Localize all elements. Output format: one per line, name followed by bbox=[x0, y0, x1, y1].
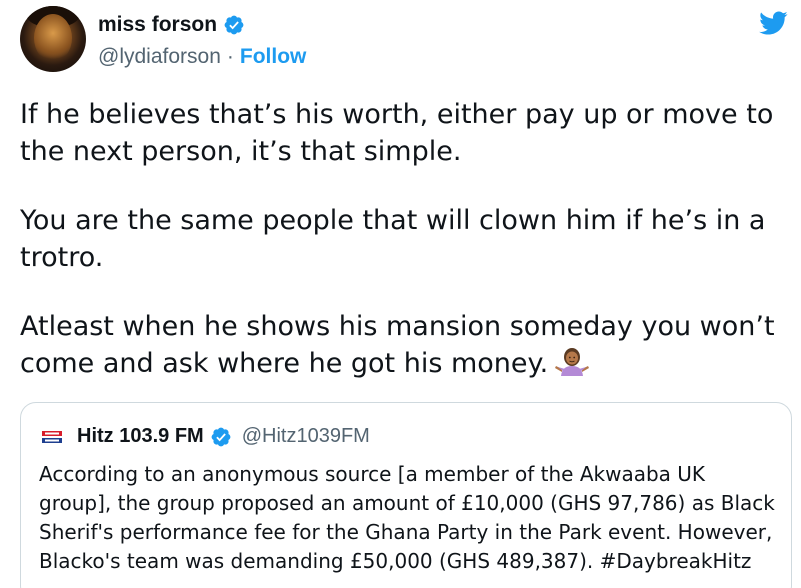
avatar[interactable] bbox=[20, 6, 86, 72]
quoted-tweet-header: Hitz 103.9 FM @Hitz1039FM bbox=[41, 425, 370, 448]
tweet-text: If he believes that’s his worth, either … bbox=[20, 96, 790, 382]
quoted-tweet-card[interactable]: Hitz 103.9 FM @Hitz1039FM According to a… bbox=[20, 402, 792, 588]
quoted-author-handle[interactable]: @Hitz1039FM bbox=[242, 425, 370, 448]
tweet-paragraph: You are the same people that will clown … bbox=[20, 205, 766, 273]
author-handle[interactable]: @lydiaforson bbox=[98, 45, 221, 69]
follow-button[interactable]: Follow bbox=[240, 45, 307, 69]
tweet-header: miss forson @lydiaforson · Follow bbox=[20, 6, 790, 78]
twitter-bird-icon[interactable] bbox=[756, 8, 790, 38]
avatar-face bbox=[34, 14, 72, 62]
tweet-paragraph: If he believes that’s his worth, either … bbox=[20, 99, 774, 167]
woman-shrugging-emoji bbox=[555, 348, 590, 376]
author-display-name[interactable]: miss forson bbox=[98, 13, 217, 37]
author-handle-row: @lydiaforson · Follow bbox=[98, 45, 306, 69]
separator-dot: · bbox=[226, 45, 234, 68]
tweet-paragraph-last: Atleast when he shows his mansion someda… bbox=[20, 308, 790, 382]
verified-badge-icon bbox=[224, 15, 244, 35]
tweet-paragraph-text: Atleast when he shows his mansion someda… bbox=[20, 311, 775, 379]
verified-badge-icon bbox=[211, 427, 231, 446]
author-name-row: miss forson bbox=[98, 13, 245, 37]
hitz-logo-icon bbox=[41, 428, 63, 445]
quoted-tweet-text: According to an anonymous source [a memb… bbox=[39, 462, 775, 573]
quoted-author-name[interactable]: Hitz 103.9 FM bbox=[77, 425, 204, 448]
